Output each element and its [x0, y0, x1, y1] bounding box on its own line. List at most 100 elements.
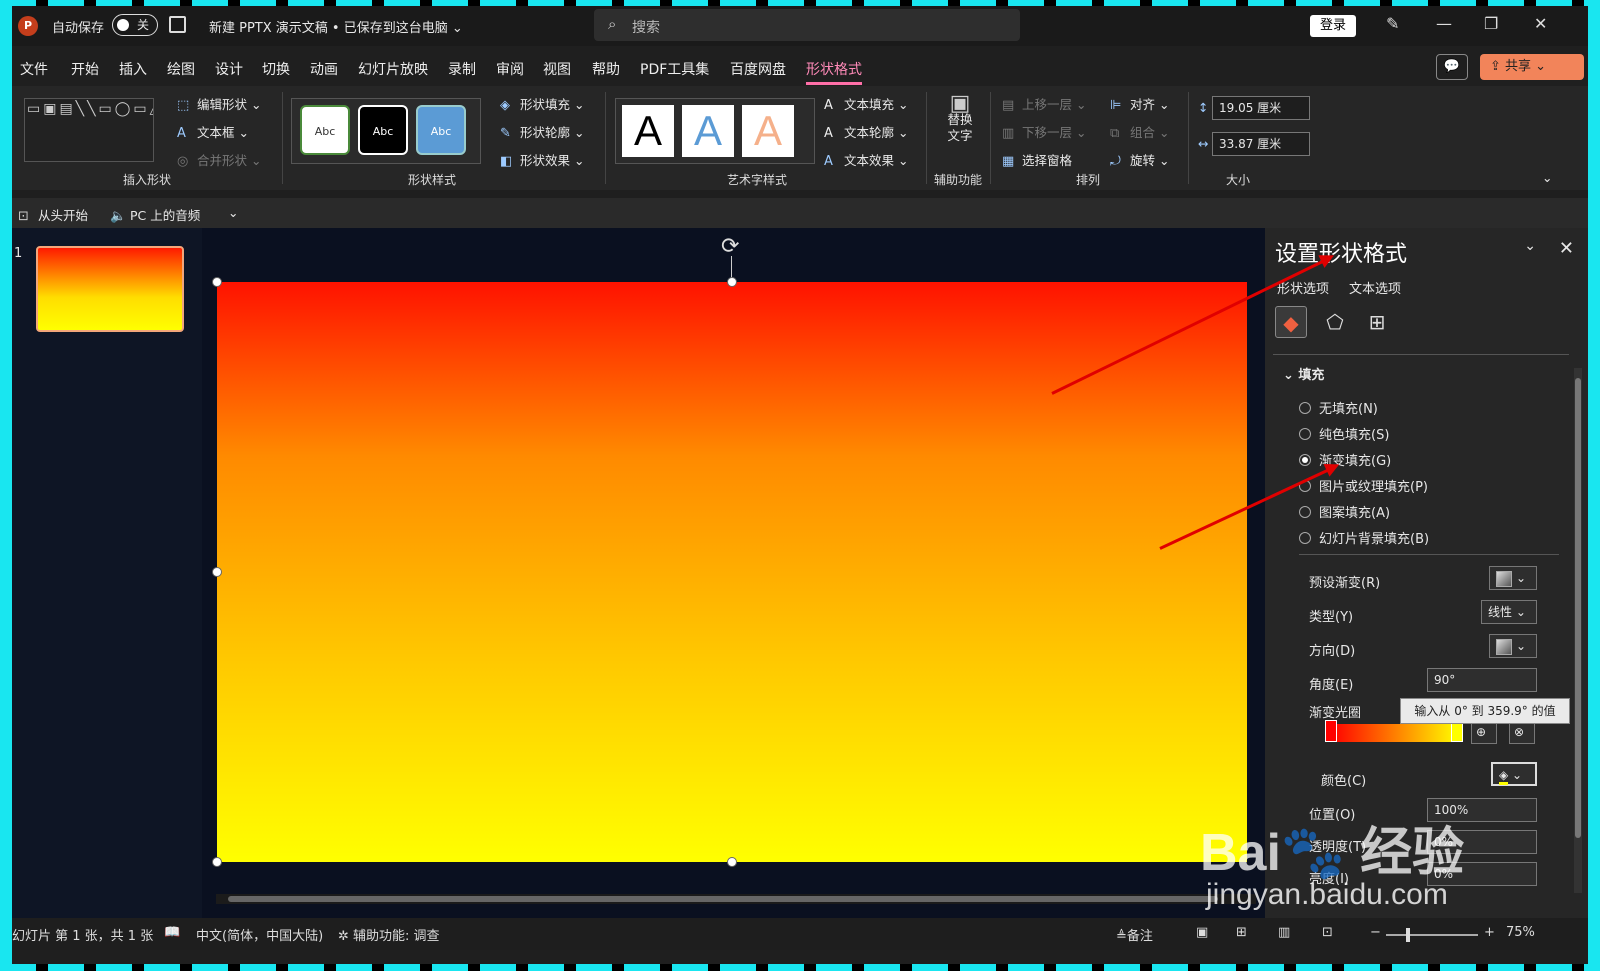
- tab-home[interactable]: 开始: [71, 59, 99, 79]
- search-box[interactable]: ⌕ 搜索: [594, 9, 1020, 41]
- resize-handle[interactable]: [212, 277, 222, 287]
- tab-pdf-tools[interactable]: PDF工具集: [640, 59, 709, 79]
- slide-sorter-icon[interactable]: ⊞: [1236, 925, 1247, 940]
- radio-no-fill[interactable]: 无填充(N): [1299, 398, 1378, 417]
- bring-forward-button[interactable]: ▤ 上移一层 ⌄: [1002, 94, 1086, 113]
- radio-solid-fill[interactable]: 纯色填充(S): [1299, 424, 1389, 443]
- wordart-sample-blue[interactable]: A: [682, 105, 734, 157]
- rotate-button[interactable]: ⤾ 旋转 ⌄: [1110, 150, 1169, 169]
- effects-pentagon-icon[interactable]: ⬠: [1319, 306, 1351, 338]
- comments-button[interactable]: 💬: [1436, 54, 1468, 80]
- tab-transitions[interactable]: 切换: [262, 59, 290, 79]
- tab-slideshow[interactable]: 幻灯片放映: [358, 59, 428, 79]
- shape-effect-button[interactable]: ◧ 形状效果 ⌄: [500, 150, 584, 169]
- zoom-level[interactable]: 75%: [1506, 925, 1535, 940]
- alt-text-button[interactable]: ▣ 替换文字: [942, 93, 978, 144]
- gradient-stop-red[interactable]: [1325, 720, 1337, 742]
- group-button[interactable]: ⧉ 组合 ⌄: [1110, 122, 1169, 141]
- shape-fill-button[interactable]: ◈ 形状填充 ⌄: [500, 94, 584, 113]
- shape-width-input[interactable]: 33.87 厘米: [1212, 132, 1310, 156]
- close-window-icon[interactable]: ✕: [1534, 14, 1547, 33]
- radio-background-fill[interactable]: 幻灯片背景填充(B): [1299, 528, 1429, 547]
- minimize-icon[interactable]: —: [1436, 14, 1452, 33]
- zoom-slider-thumb[interactable]: [1406, 928, 1410, 942]
- shape-styles-gallery[interactable]: Abc Abc Abc: [291, 98, 481, 164]
- tab-text-options[interactable]: 文本选项: [1349, 278, 1401, 297]
- restore-icon[interactable]: ❐: [1484, 14, 1498, 33]
- pane-options-icon[interactable]: ⌄: [1524, 238, 1536, 254]
- wordart-gallery[interactable]: A A A: [615, 98, 815, 164]
- tab-design[interactable]: 设计: [215, 59, 243, 79]
- text-fill-button[interactable]: A 文本填充 ⌄: [824, 94, 908, 113]
- selection-pane-button[interactable]: ▦ 选择窗格: [1002, 150, 1072, 169]
- size-properties-icon[interactable]: ⊞: [1361, 306, 1393, 338]
- preset-gradient-dropdown[interactable]: ⌄: [1489, 566, 1537, 590]
- tab-review[interactable]: 审阅: [496, 59, 524, 79]
- slide-thumbnail[interactable]: [36, 246, 184, 332]
- share-button[interactable]: ⇪ 共享 ⌄: [1480, 54, 1584, 80]
- spellcheck-icon[interactable]: 📖: [164, 925, 180, 940]
- radio-picture-fill[interactable]: 图片或纹理填充(P): [1299, 476, 1428, 495]
- type-dropdown[interactable]: 线性 ⌄: [1481, 600, 1537, 624]
- ribbon-collapse-icon[interactable]: ⌄: [1542, 170, 1552, 185]
- pane-close-icon[interactable]: ✕: [1559, 238, 1574, 259]
- edit-shape-button[interactable]: ⬚ 编辑形状 ⌄: [177, 94, 261, 113]
- style-sample-outline[interactable]: Abc: [300, 105, 350, 155]
- color-picker-button[interactable]: ◈ ⌄: [1491, 762, 1537, 786]
- pane-scrollbar[interactable]: [1574, 368, 1582, 893]
- wordart-sample-orange[interactable]: A: [742, 105, 794, 157]
- from-start-button[interactable]: ⊡ 从头开始: [18, 205, 88, 224]
- text-outline-button[interactable]: A 文本轮廓 ⌄: [824, 122, 908, 141]
- radio-pattern-fill[interactable]: 图案填充(A): [1299, 502, 1390, 521]
- zoom-out-icon[interactable]: −: [1370, 925, 1381, 940]
- resize-handle[interactable]: [727, 277, 737, 287]
- shape-height-input[interactable]: 19.05 厘米: [1212, 96, 1310, 120]
- accessibility-status[interactable]: ✲ 辅助功能: 调查: [338, 925, 440, 944]
- reading-view-icon[interactable]: ▥: [1278, 925, 1290, 940]
- fill-line-icon[interactable]: ◆: [1275, 306, 1307, 338]
- slideshow-icon[interactable]: ⊡: [1322, 925, 1333, 940]
- gradient-stops-bar[interactable]: [1331, 724, 1459, 742]
- normal-view-icon[interactable]: ▣: [1196, 925, 1208, 940]
- radio-gradient-fill[interactable]: 渐变填充(G): [1299, 450, 1391, 469]
- tab-draw[interactable]: 绘图: [167, 59, 195, 79]
- gradient-rectangle-shape[interactable]: [217, 282, 1247, 862]
- language-status[interactable]: 中文(简体，中国大陆): [196, 925, 323, 944]
- login-button[interactable]: 登录: [1310, 15, 1356, 37]
- direction-dropdown[interactable]: ⌄: [1489, 634, 1537, 658]
- tab-animations[interactable]: 动画: [310, 59, 338, 79]
- pen-icon[interactable]: ✎: [1386, 14, 1399, 33]
- tab-view[interactable]: 视图: [543, 59, 571, 79]
- style-sample-dark[interactable]: Abc: [358, 105, 408, 155]
- zoom-in-icon[interactable]: +: [1484, 925, 1495, 940]
- tab-help[interactable]: 帮助: [592, 59, 620, 79]
- notes-button[interactable]: ≜备注: [1116, 925, 1153, 944]
- document-title[interactable]: 新建 PPTX 演示文稿 • 已保存到这台电脑 ⌄: [209, 17, 463, 36]
- send-backward-button[interactable]: ▥ 下移一层 ⌄: [1002, 122, 1086, 141]
- shape-outline-button[interactable]: ✎ 形状轮廓 ⌄: [500, 122, 584, 141]
- resize-handle[interactable]: [212, 567, 222, 577]
- tab-file[interactable]: 文件: [20, 59, 48, 79]
- resize-handle[interactable]: [727, 857, 737, 867]
- save-icon[interactable]: [169, 16, 186, 33]
- tab-shape-format[interactable]: 形状格式: [806, 59, 862, 85]
- text-effect-button[interactable]: A 文本效果 ⌄: [824, 150, 908, 169]
- merge-shapes-button[interactable]: ◎ 合并形状 ⌄: [177, 150, 261, 169]
- pc-audio-button[interactable]: 🔈 PC 上的音频: [110, 205, 200, 224]
- resize-handle[interactable]: [212, 857, 222, 867]
- tab-insert[interactable]: 插入: [119, 59, 147, 79]
- customize-qat-icon[interactable]: ⌄: [228, 205, 238, 220]
- scrollbar-thumb[interactable]: [228, 896, 1218, 902]
- tab-baidu-netdisk[interactable]: 百度网盘: [730, 59, 786, 79]
- horizontal-scrollbar[interactable]: [216, 894, 1256, 904]
- tab-record[interactable]: 录制: [448, 59, 476, 79]
- zoom-slider[interactable]: [1386, 934, 1478, 936]
- style-sample-blue[interactable]: Abc: [416, 105, 466, 155]
- angle-input[interactable]: 90°: [1427, 668, 1537, 692]
- textbox-button[interactable]: A 文本框 ⌄: [177, 122, 249, 141]
- shapes-gallery[interactable]: ▭▣▤╲╲▭◯▭△⌐⌐⇨⇩◠⌒⌒⌒{: [24, 98, 154, 162]
- autosave-toggle[interactable]: 关: [112, 14, 158, 36]
- wordart-sample-black[interactable]: A: [622, 105, 674, 157]
- scrollbar-thumb[interactable]: [1575, 378, 1581, 838]
- align-button[interactable]: ⊫ 对齐 ⌄: [1110, 94, 1169, 113]
